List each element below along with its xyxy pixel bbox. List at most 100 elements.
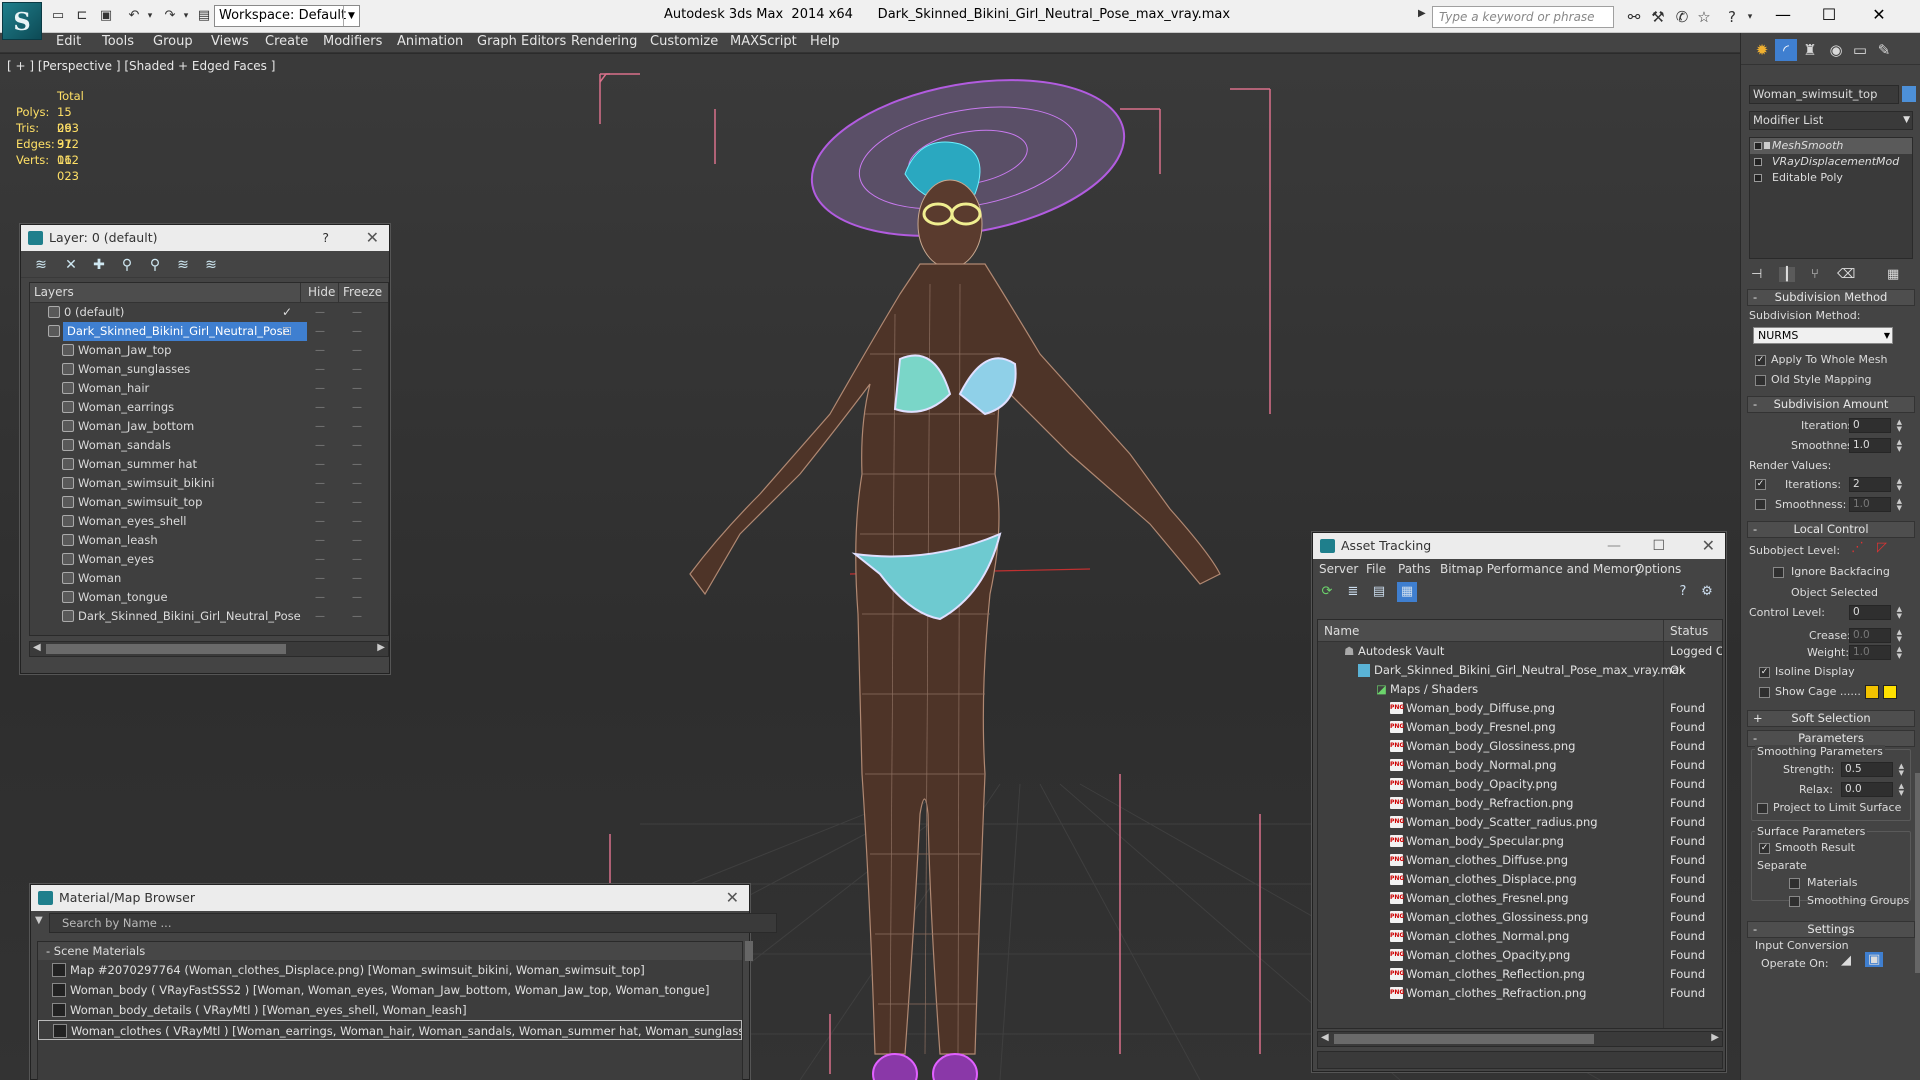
separate-smoothing-groups-checkbox[interactable]: [1789, 896, 1800, 907]
freeze-toggle[interactable]: —: [352, 531, 362, 550]
spinner-arrows-icon[interactable]: ▲ ▼: [1897, 646, 1902, 660]
object-row[interactable]: Woman_earrings — —: [30, 398, 388, 417]
object-row[interactable]: Dark_Skinned_Bikini_Girl_Neutral_Pose — —: [30, 607, 388, 626]
object-row[interactable]: Woman_swimsuit_bikini — —: [30, 474, 388, 493]
stack-item-meshsmooth[interactable]: MeshSmooth: [1750, 138, 1912, 154]
asset-row-maps-group[interactable]: ◪ Maps / Shaders: [1318, 680, 1722, 699]
hide-toggle[interactable]: —: [315, 341, 325, 360]
menu-modifiers[interactable]: Modifiers: [323, 34, 382, 49]
show-end-result-icon[interactable]: ┃: [1779, 267, 1795, 282]
hide-toggle[interactable]: —: [315, 569, 325, 588]
stack-item-editable-poly[interactable]: Editable Poly: [1750, 170, 1912, 186]
vertex-subobject-icon[interactable]: ⋰: [1851, 540, 1864, 555]
layer-row[interactable]: 0 (default) ✓ — —: [30, 303, 388, 322]
object-row[interactable]: Woman_Jaw_top — —: [30, 341, 388, 360]
keyword-search-input[interactable]: Type a keyword or phrase: [1432, 6, 1614, 28]
object-color-swatch[interactable]: [1902, 86, 1916, 102]
freeze-toggle[interactable]: —: [352, 322, 362, 341]
maximize-button[interactable]: ☐: [1652, 533, 1665, 559]
viewport-label[interactable]: [ + ] [Perspective ] [Shaded + Edged Fac…: [7, 59, 275, 73]
material-scrollbar[interactable]: [745, 941, 753, 961]
control-level-spinner[interactable]: 0 ▲ ▼: [1849, 605, 1902, 620]
asset-row-vault[interactable]: ☗ Autodesk Vault Logged O: [1318, 642, 1722, 661]
hide-toggle[interactable]: —: [315, 455, 325, 474]
hide-toggle[interactable]: —: [315, 436, 325, 455]
menu-views[interactable]: Views: [211, 34, 249, 49]
hide-toggle[interactable]: —: [315, 493, 325, 512]
object-row[interactable]: Woman_sandals — —: [30, 436, 388, 455]
asset-row-file[interactable]: Dark_Skinned_Bikini_Girl_Neutral_Pose_ma…: [1318, 661, 1722, 680]
pin-stack-icon[interactable]: ⊣: [1751, 267, 1762, 282]
maximize-button[interactable]: ☐: [1806, 0, 1852, 30]
menu-animation[interactable]: Animation: [397, 34, 463, 49]
hide-toggle[interactable]: —: [315, 531, 325, 550]
new-file-icon[interactable]: ▭: [48, 6, 68, 26]
spinner-arrows-icon[interactable]: ▲ ▼: [1897, 419, 1902, 433]
expand-icon[interactable]: [1754, 174, 1762, 182]
separate-materials-checkbox[interactable]: [1789, 878, 1800, 889]
material-browser-titlebar[interactable]: Material/Map Browser ✕: [31, 885, 749, 911]
redo-dropdown-icon[interactable]: ▾: [176, 6, 196, 26]
add-to-layer-icon[interactable]: ✚: [89, 255, 109, 275]
material-item[interactable]: Woman_body ( VRayFastSSS2 ) [Woman, Woma…: [38, 980, 742, 1000]
rollout-soft-selection[interactable]: + Soft Selection: [1747, 710, 1915, 727]
asset-row-map[interactable]: PNG Woman_clothes_Diffuse.png Found: [1318, 851, 1722, 870]
hide-toggle[interactable]: —: [315, 398, 325, 417]
object-row[interactable]: Woman_leash — —: [30, 531, 388, 550]
hide-toggle[interactable]: —: [315, 607, 325, 626]
settings-icon[interactable]: ⚙: [1697, 582, 1717, 602]
col-hide[interactable]: Hide: [308, 285, 335, 299]
minimize-button[interactable]: —: [1607, 533, 1621, 559]
asset-row-map[interactable]: PNG Woman_clothes_Refraction.png Found: [1318, 984, 1722, 1003]
scroll-thumb[interactable]: [1334, 1034, 1594, 1044]
help-icon[interactable]: ?: [1673, 582, 1693, 602]
asset-path-field[interactable]: [1317, 1051, 1723, 1069]
menu-customize[interactable]: Customize: [650, 34, 718, 49]
binoculars-icon[interactable]: ⚯: [1624, 7, 1644, 27]
spinner-arrows-icon[interactable]: ▲ ▼: [1897, 629, 1902, 643]
menu-group[interactable]: Group: [153, 34, 193, 49]
relax-spinner[interactable]: 0.0 ▲ ▼: [1841, 782, 1904, 797]
sandal-right[interactable]: [932, 1053, 978, 1080]
hide-toggle[interactable]: —: [315, 303, 325, 322]
menu-graph-editors[interactable]: Graph Editors: [477, 34, 566, 49]
refresh-icon[interactable]: ⟳: [1317, 582, 1337, 602]
asset-row-map[interactable]: PNG Woman_clothes_Normal.png Found: [1318, 927, 1722, 946]
object-row[interactable]: Woman_Jaw_bottom — —: [30, 417, 388, 436]
at-menu-paths[interactable]: Paths: [1398, 559, 1431, 579]
rollout-local-control[interactable]: - Local Control: [1747, 521, 1915, 538]
lightbulb-icon[interactable]: [1754, 158, 1762, 166]
old-style-mapping-checkbox[interactable]: [1755, 375, 1766, 386]
display-tab-icon[interactable]: ▭: [1849, 39, 1871, 61]
hide-toggle[interactable]: —: [315, 379, 325, 398]
rollout-subdivision-method[interactable]: - Subdivision Method: [1747, 289, 1915, 306]
menu-help[interactable]: Help: [810, 34, 840, 49]
asset-row-map[interactable]: PNG Woman_body_Fresnel.png Found: [1318, 718, 1722, 737]
material-item[interactable]: Woman_clothes ( VRayMtl ) [Woman_earring…: [38, 1020, 742, 1040]
subdivision-method-dropdown[interactable]: NURMS ▼: [1753, 327, 1893, 344]
freeze-toggle[interactable]: —: [352, 436, 362, 455]
help-dropdown-icon[interactable]: ▾: [1740, 7, 1760, 27]
close-button[interactable]: ✕: [1856, 0, 1902, 30]
render-smoothness-checkbox[interactable]: [1755, 499, 1766, 510]
current-layer-box-icon[interactable]: ☐: [282, 322, 292, 341]
detail-view-icon[interactable]: ▤: [1369, 582, 1389, 602]
sandal-left[interactable]: [872, 1053, 918, 1080]
save-file-icon[interactable]: ▣: [96, 6, 116, 26]
communication-icon[interactable]: ✆: [1672, 7, 1692, 27]
minimize-button[interactable]: —: [1760, 0, 1806, 30]
at-menu-server[interactable]: Server: [1319, 559, 1358, 579]
strength-spinner[interactable]: 0.5 ▲ ▼: [1841, 762, 1904, 777]
hide-all-layers-icon[interactable]: ≋: [173, 255, 193, 275]
close-icon[interactable]: ✕: [366, 225, 379, 251]
edge-subobject-icon[interactable]: ◸: [1877, 540, 1887, 555]
asset-row-map[interactable]: PNG Woman_clothes_Opacity.png Found: [1318, 946, 1722, 965]
close-icon[interactable]: ✕: [726, 885, 739, 911]
menu-rendering[interactable]: Rendering: [571, 34, 637, 49]
subscription-icon[interactable]: ⚒: [1648, 7, 1668, 27]
asset-row-map[interactable]: PNG Woman_body_Opacity.png Found: [1318, 775, 1722, 794]
motion-tab-icon[interactable]: ◉: [1825, 39, 1847, 61]
operate-on-polygon-icon[interactable]: ▣: [1865, 952, 1884, 967]
object-row[interactable]: Woman_sunglasses — —: [30, 360, 388, 379]
menu-maxscript[interactable]: MAXScript: [730, 34, 797, 49]
